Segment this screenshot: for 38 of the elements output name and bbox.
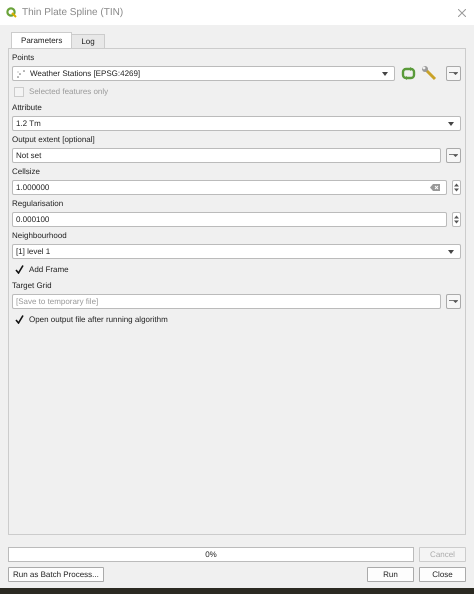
checkbox-label: Add Frame	[29, 265, 69, 274]
field-label: Regularisation	[12, 199, 64, 209]
browse-button[interactable]	[446, 294, 461, 309]
dropdown[interactable]: 1.2 Tm	[12, 116, 461, 131]
refresh-icon[interactable]	[401, 67, 416, 80]
dropdown-arrow-icon	[448, 250, 454, 254]
spin-buttons[interactable]	[452, 212, 461, 227]
app-logo-icon	[6, 7, 17, 18]
field-label: Output extent [optional]	[12, 135, 96, 145]
field-label: Attribute	[12, 103, 43, 113]
field-label: Neighbourhood	[12, 231, 68, 241]
number-field[interactable]: 0.000100	[12, 212, 447, 227]
field-label: Points	[12, 53, 36, 63]
batch-process-button[interactable]: Run as Batch Process...	[8, 567, 104, 582]
checkbox-label: Open output file after running algorithm	[29, 315, 168, 324]
close-button[interactable]: Close	[419, 567, 466, 582]
checkbox[interactable]	[14, 314, 24, 324]
checkbox[interactable]	[14, 264, 24, 274]
tab[interactable]: Log	[71, 34, 105, 48]
field-label: Cellsize	[12, 167, 42, 177]
window-title: Thin Plate Spline (TIN)	[22, 7, 124, 18]
clear-icon[interactable]	[430, 184, 440, 191]
point-layer-icon	[16, 68, 26, 78]
dropdown-arrow-icon	[448, 122, 454, 126]
extent-field[interactable]: Not set	[12, 148, 441, 163]
options-button[interactable]	[446, 148, 461, 163]
close-icon[interactable]	[458, 8, 466, 16]
layer-dropdown[interactable]: Weather Stations [EPSG:4269]	[12, 66, 395, 81]
dropdown[interactable]: [1] level 1	[12, 244, 461, 259]
tab[interactable]: Parameters	[11, 32, 72, 48]
options-button[interactable]	[446, 66, 461, 81]
progress-reading: 0%	[205, 550, 217, 559]
run-button[interactable]: Run	[367, 567, 414, 582]
checkbox-label: Selected features only	[29, 87, 108, 96]
dropdown-arrow-icon	[382, 72, 388, 76]
number-field[interactable]: 1.000000	[12, 180, 447, 195]
field-label: Target Grid	[12, 281, 53, 291]
spin-buttons[interactable]	[452, 180, 461, 195]
